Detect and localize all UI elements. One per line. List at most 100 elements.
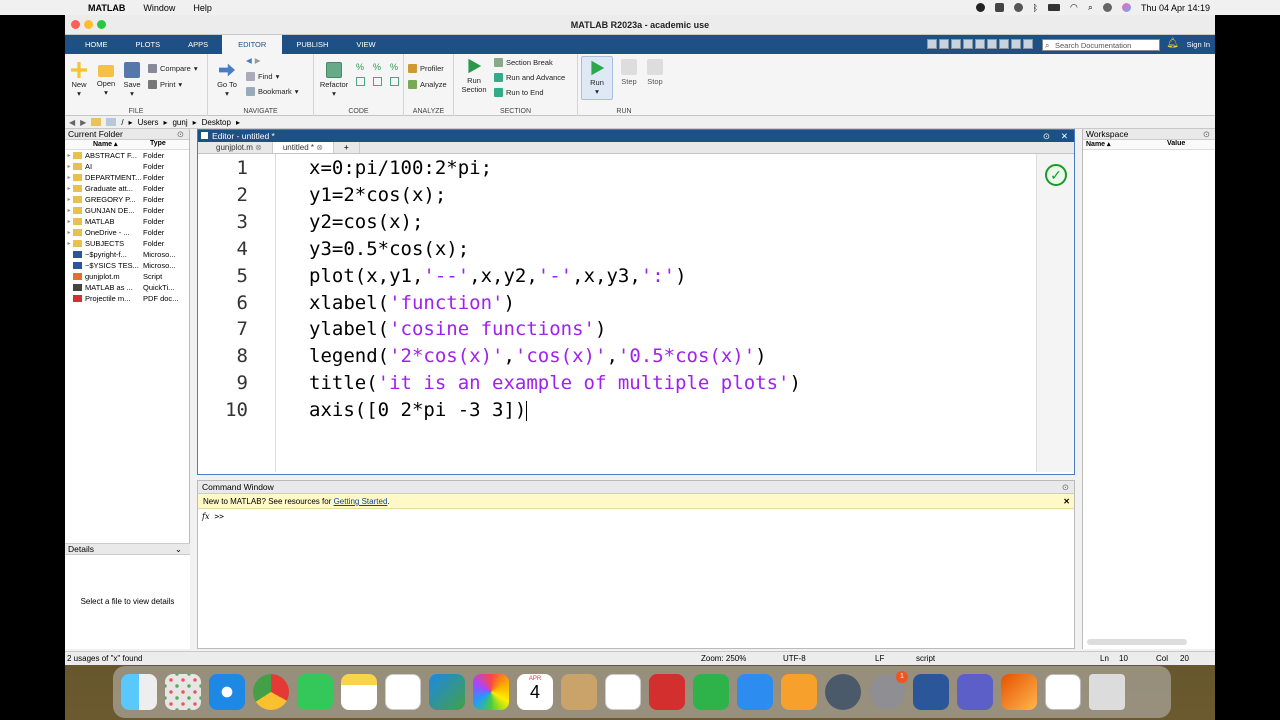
expand-arrow-icon[interactable]: ▸ — [65, 207, 73, 214]
path-root[interactable]: / — [121, 118, 123, 127]
code-line[interactable]: plot(x,y1,'--',x,y2,'-',x,y3,':') — [309, 265, 687, 287]
code-line[interactable]: y2=cos(x); — [309, 211, 423, 233]
path-users[interactable]: Users — [138, 118, 159, 127]
sync-icon[interactable] — [1013, 3, 1023, 12]
expand-arrow-icon[interactable]: ▸ — [65, 240, 73, 247]
tab-publish[interactable]: PUBLISH — [282, 35, 342, 54]
editor-tab-untitled[interactable]: untitled * ⊗ — [272, 142, 334, 153]
expand-arrow-icon[interactable]: ▸ — [65, 229, 73, 236]
menu-help[interactable]: Help — [193, 3, 212, 13]
editor-tab-gunjplot[interactable]: gunjplot.m ⊗ — [206, 142, 273, 153]
open-button[interactable]: Open ▾ — [94, 62, 118, 97]
notes-icon[interactable] — [341, 674, 377, 710]
code-analyzer-ok-icon[interactable]: ✓ — [1045, 164, 1067, 186]
workspace-column-value[interactable]: Value — [1167, 140, 1185, 149]
code-line[interactable]: y3=0.5*cos(x); — [309, 238, 469, 260]
comment-icon[interactable]: % — [356, 62, 368, 72]
section-break-button[interactable]: Section Break — [494, 58, 553, 67]
file-row[interactable]: ▸ SUBJECTS Folder — [65, 238, 189, 249]
code-line[interactable]: legend('2*cos(x)','cos(x)','0.5*cos(x)') — [309, 345, 767, 367]
qa-cut-icon[interactable] — [939, 39, 949, 49]
workspace-scrollbar[interactable] — [1087, 639, 1187, 645]
code-line[interactable]: xlabel('function') — [309, 292, 515, 314]
run-section-button[interactable]: Run Section — [458, 58, 490, 94]
goto-button[interactable]: Go To ▾ — [212, 62, 242, 98]
freeform-icon[interactable] — [385, 674, 421, 710]
file-row[interactable]: ▸ OneDrive - ... Folder — [65, 227, 189, 238]
pages-icon[interactable] — [781, 674, 817, 710]
system-settings-icon[interactable]: 1 — [869, 671, 908, 710]
siri-icon[interactable] — [1121, 3, 1131, 12]
command-prompt-line[interactable]: fx >> — [198, 509, 1074, 521]
expand-arrow-icon[interactable]: ▸ — [65, 163, 73, 170]
menu-app-name[interactable]: MATLAB — [88, 3, 125, 13]
matlab-icon[interactable] — [1001, 674, 1037, 710]
back-forward-arrows[interactable]: ◀ ▶ — [246, 56, 261, 65]
run-and-advance-button[interactable]: Run and Advance — [494, 73, 565, 82]
code-line[interactable]: title('it is an example of multiple plot… — [309, 372, 801, 394]
search-documentation-input[interactable]: ⌕ Search Documentation — [1042, 39, 1160, 51]
path-desktop[interactable]: Desktop — [202, 118, 231, 127]
code-line[interactable]: axis([0 2*pi -3 3]) — [309, 399, 528, 421]
getting-started-link[interactable]: Getting Started — [334, 497, 388, 506]
tab-close-icon[interactable]: ⊗ — [316, 143, 323, 152]
expand-arrow-icon[interactable]: ▸ — [65, 218, 73, 225]
column-name[interactable]: Name ▴ — [93, 140, 150, 149]
teams-icon[interactable] — [957, 674, 993, 710]
up-folder-icon[interactable] — [91, 118, 102, 126]
file-row[interactable]: ▸ MATLAB Folder — [65, 216, 189, 227]
file-row[interactable]: ~$YSICS TES... Microso... — [65, 260, 189, 271]
numbers-icon[interactable] — [693, 674, 729, 710]
expand-arrow-icon[interactable]: ▸ — [65, 185, 73, 192]
file-row[interactable]: ▸ ABSTRACT F... Folder — [65, 150, 189, 161]
calendar-icon[interactable]: APR 4 — [517, 674, 553, 710]
decrease-indent-icon[interactable] — [390, 77, 399, 86]
close-window-button[interactable] — [71, 20, 80, 29]
preview-icon[interactable] — [1045, 674, 1081, 710]
record-icon[interactable] — [975, 3, 985, 12]
maps-icon[interactable] — [429, 674, 465, 710]
uncomment-icon[interactable]: % — [373, 62, 385, 72]
messages-icon[interactable] — [297, 674, 333, 710]
bookmark-button[interactable]: Bookmark ▾ — [246, 87, 299, 96]
qa-paste-icon[interactable] — [963, 39, 973, 49]
code-line[interactable]: ylabel('cosine functions') — [309, 318, 606, 340]
print-button[interactable]: Print ▾ — [148, 80, 182, 89]
tab-apps[interactable]: APPS — [174, 35, 222, 54]
bluetooth-icon[interactable]: ᛒ — [1033, 3, 1038, 13]
tab-plots[interactable]: PLOTS — [122, 35, 175, 54]
fx-icon[interactable]: fx — [202, 512, 209, 521]
new-button[interactable]: New ▾ — [68, 62, 90, 98]
trash-icon[interactable] — [1089, 674, 1125, 710]
save-button[interactable]: Save ▾ — [121, 62, 143, 98]
increase-indent-icon[interactable] — [373, 77, 382, 86]
workspace-menu-icon[interactable]: ⊙ — [1203, 129, 1210, 140]
editor-close-icon[interactable]: ✕ — [1061, 130, 1068, 142]
reminders-icon[interactable] — [605, 674, 641, 710]
finder-icon[interactable] — [121, 674, 157, 710]
qa-copy-icon[interactable] — [951, 39, 961, 49]
refactor-button[interactable]: Refactor ▾ — [318, 62, 350, 98]
smart-indent-icon[interactable] — [356, 77, 365, 86]
column-type[interactable]: Type — [150, 140, 166, 149]
expand-arrow-icon[interactable]: ▸ — [65, 174, 73, 181]
sign-in-link[interactable]: Sign In — [1187, 35, 1210, 54]
tab-home[interactable]: HOME — [71, 35, 122, 54]
menu-window[interactable]: Window — [143, 3, 175, 13]
qa-expand-icon[interactable] — [1023, 39, 1033, 49]
battery-icon[interactable] — [1048, 4, 1061, 11]
stop-button[interactable]: Stop — [644, 59, 666, 86]
chrome-icon[interactable] — [253, 674, 289, 710]
notification-bell-icon[interactable]: 🔔︎ — [1166, 38, 1179, 49]
step-button[interactable]: Step — [618, 59, 640, 86]
back-nav-icon[interactable]: ◀ — [69, 118, 75, 127]
qa-switch-windows-icon[interactable] — [999, 39, 1009, 49]
contacts-icon[interactable] — [561, 674, 597, 710]
forward-nav-icon[interactable]: ▶ — [80, 118, 86, 127]
word-icon[interactable] — [913, 674, 949, 710]
quicktime-icon[interactable] — [825, 674, 861, 710]
code-line[interactable]: x=0:pi/100:2*pi; — [309, 157, 492, 179]
file-row[interactable]: ▸ Graduate att... Folder — [65, 183, 189, 194]
photos-icon[interactable] — [473, 674, 509, 710]
run-button[interactable]: Run ▾ — [581, 56, 613, 100]
